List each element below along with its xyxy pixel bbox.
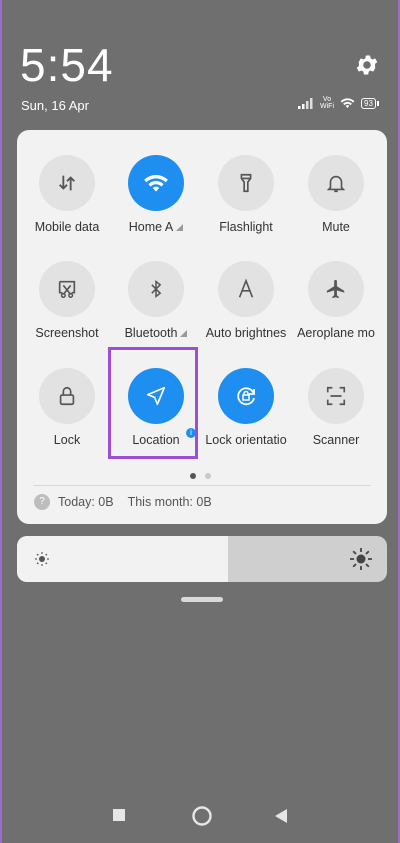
tile-label: Mobile data: [34, 220, 100, 234]
screenshot-icon: [58, 280, 76, 298]
bluetooth-toggle[interactable]: [128, 261, 184, 317]
tile-label: Aeroplane mo: [297, 326, 375, 340]
bluetooth-icon: [151, 279, 162, 299]
brightness-low-icon: [35, 552, 49, 566]
divider: [33, 485, 371, 486]
signal-icon: [298, 97, 313, 109]
drag-handle[interactable]: [181, 597, 223, 602]
brightness-high-icon: [350, 548, 372, 570]
clock-time: 5:54: [20, 39, 114, 91]
tile-label: Home A: [110, 220, 202, 234]
expand-arrow-icon[interactable]: [176, 224, 184, 232]
home-circle-icon[interactable]: [191, 805, 213, 827]
wifi-icon: [144, 175, 168, 192]
tile-label: Mute: [322, 220, 350, 234]
battery-icon: 93: [361, 97, 379, 109]
expand-arrow-icon[interactable]: [180, 330, 188, 338]
auto-brightness-icon: [238, 278, 254, 298]
data-usage-month: This month: 0B: [127, 495, 212, 509]
quick-settings-panel: Mobile data Home A Flashlight Mute Scree…: [17, 130, 387, 524]
tile-aeroplane[interactable]: Aeroplane mo: [290, 261, 382, 361]
mobile-data-icon: [59, 175, 75, 191]
tile-bluetooth[interactable]: Bluetooth: [110, 261, 202, 361]
date-text: Sun, 16 Apr: [21, 98, 89, 113]
wifi-toggle[interactable]: [128, 155, 184, 211]
auto-brightness-toggle[interactable]: [218, 261, 274, 317]
screenshot-toggle[interactable]: [39, 261, 95, 317]
tile-mobile-data[interactable]: Mobile data: [21, 155, 113, 255]
flashlight-icon: [240, 173, 252, 193]
tile-mute[interactable]: Mute: [290, 155, 382, 255]
tile-label: Lock orientatio: [205, 433, 287, 447]
data-usage-row[interactable]: ? Today: 0B This month: 0B: [34, 494, 212, 510]
tile-label: Auto brightnes: [205, 326, 287, 340]
tile-wifi[interactable]: Home A: [110, 155, 202, 255]
tile-flashlight[interactable]: Flashlight: [200, 155, 292, 255]
brightness-slider[interactable]: [17, 536, 387, 582]
lock-rotation-icon: [237, 387, 255, 406]
lock-toggle[interactable]: [39, 368, 95, 424]
page-dot-active[interactable]: [190, 473, 196, 479]
settings-gear-icon[interactable]: [354, 52, 380, 78]
location-highlight-frame: [108, 347, 198, 459]
wifi-status-icon: [340, 98, 355, 108]
scanner-toggle[interactable]: [308, 368, 364, 424]
recents-square-icon[interactable]: [112, 808, 126, 822]
vowifi-icon: Vo WiFi: [320, 96, 334, 110]
lock-icon: [59, 386, 75, 406]
tile-label: Lock: [53, 433, 81, 447]
back-triangle-icon[interactable]: [274, 808, 288, 824]
tile-label: Bluetooth: [110, 326, 202, 340]
tile-scanner[interactable]: Scanner: [290, 368, 382, 468]
tile-auto-brightness[interactable]: Auto brightnes: [200, 261, 292, 361]
mobile-data-toggle[interactable]: [39, 155, 95, 211]
page-indicator: [190, 473, 211, 479]
scanner-icon: [326, 386, 346, 406]
mute-toggle[interactable]: [308, 155, 364, 211]
lock-orientation-toggle[interactable]: [218, 368, 274, 424]
data-usage-today: Today: 0B: [58, 495, 114, 509]
tile-lock[interactable]: Lock: [21, 368, 113, 468]
bell-icon: [326, 175, 346, 193]
tile-label: Scanner: [312, 433, 360, 447]
tile-label: Screenshot: [35, 326, 99, 340]
page-dot[interactable]: [205, 473, 211, 479]
tile-lock-orientation[interactable]: Lock orientatio: [200, 368, 292, 468]
flashlight-toggle[interactable]: [218, 155, 274, 211]
aeroplane-toggle[interactable]: [308, 261, 364, 317]
tile-label: Flashlight: [219, 220, 273, 234]
tile-screenshot[interactable]: Screenshot: [21, 261, 113, 361]
status-icons: Vo WiFi 93: [298, 96, 379, 110]
airplane-icon: [326, 279, 345, 299]
data-usage-icon: ?: [34, 494, 50, 510]
